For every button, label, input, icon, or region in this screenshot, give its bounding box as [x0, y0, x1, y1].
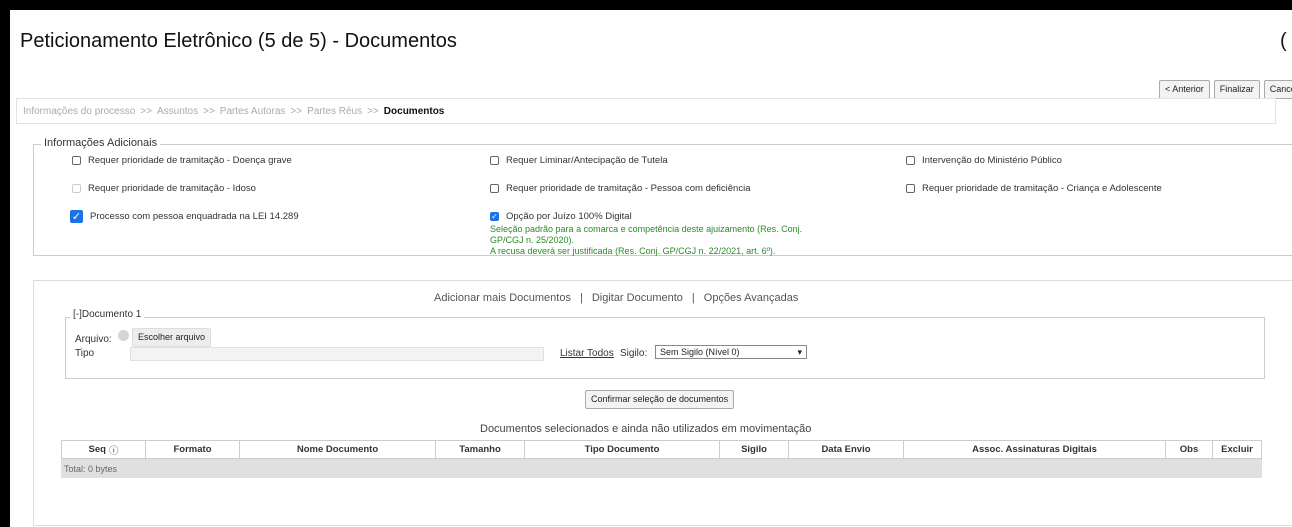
option-lei-14289[interactable]: ✓ Processo com pessoa enquadrada na LEI … [70, 210, 299, 223]
link-separator: | [691, 292, 695, 304]
column-nome-documento: Nome Documento [240, 441, 436, 458]
juizo-digital-note: GP/CGJ n. 25/2020). [490, 235, 575, 245]
clock-icon[interactable]: ( [1280, 30, 1287, 53]
document-links: Adicionar mais Documentos | Digitar Docume… [434, 292, 798, 304]
cancel-button[interactable]: Cancelar [1263, 80, 1292, 99]
document-1-legend[interactable]: [-]Documento 1 [70, 309, 145, 320]
breadcrumb-item[interactable]: Partes Autoras [220, 106, 286, 117]
checkbox[interactable] [906, 156, 915, 165]
tipo-input[interactable] [130, 347, 544, 361]
option-liminar[interactable]: Requer Liminar/Antecipação de Tutela [490, 155, 668, 166]
column-obs: Obs [1166, 441, 1213, 458]
checkbox[interactable] [72, 156, 81, 165]
column-tamanho: Tamanho [436, 441, 525, 458]
checkbox-checked[interactable]: ✓ [70, 210, 83, 223]
breadcrumb-separator: >> [203, 105, 215, 117]
tipo-label: Tipo [75, 348, 95, 359]
checkbox-disabled [72, 184, 81, 193]
help-icon[interactable] [118, 330, 129, 341]
link-separator: | [579, 292, 583, 304]
breadcrumb-separator: >> [290, 105, 303, 117]
option-deficiencia[interactable]: Requer prioridade de tramitação - Pessoa… [490, 183, 751, 194]
option-ministerio-publico[interactable]: Intervenção do Ministério Público [906, 155, 1062, 166]
sigilo-selected-value: Sem Sigilo (Nível 0) [660, 347, 740, 357]
juizo-digital-note: A recusa deverá ser justificada (Res. Co… [490, 246, 776, 256]
navigation-buttons: < Anterior Finalizar Cancelar [1159, 80, 1292, 99]
breadcrumb-item[interactable]: Assuntos [157, 106, 198, 117]
column-data-envio: Data Envio [789, 441, 904, 458]
type-document-link[interactable]: Digitar Documento [592, 292, 683, 304]
chevron-down-icon: ▾ [797, 346, 802, 357]
help-circle-icon[interactable]: ⓘ [109, 443, 119, 457]
page: Peticionamento Eletrônico (5 de 5) - Doc… [10, 10, 1292, 527]
option-juizo-digital[interactable]: ✓ Opção por Juízo 100% Digital [490, 211, 632, 222]
checkbox[interactable] [906, 184, 915, 193]
list-all-link[interactable]: Listar Todos [560, 348, 614, 359]
option-crianca-adolescente[interactable]: Requer prioridade de tramitação - Crianç… [906, 183, 1162, 194]
juizo-digital-note: Seleção padrão para a comarca e competên… [490, 224, 803, 234]
sigilo-select[interactable]: Sem Sigilo (Nível 0) ▾ [655, 345, 807, 359]
previous-button[interactable]: < Anterior [1159, 80, 1210, 99]
breadcrumb-current: Documentos [383, 105, 445, 117]
advanced-options-link[interactable]: Opções Avançadas [704, 292, 799, 304]
column-seq: Seq ⓘ [62, 441, 146, 458]
table-total: Total: 0 bytes [61, 459, 1262, 478]
column-sigilo: Sigilo [720, 441, 789, 458]
sigilo-label: Sigilo: [620, 348, 648, 359]
checkbox-checked[interactable]: ✓ [490, 212, 499, 221]
checkbox[interactable] [490, 184, 499, 193]
breadcrumb-separator: >> [367, 105, 379, 117]
column-excluir: Excluir [1221, 444, 1253, 455]
documents-table-header: Seq ⓘ Formato Nome Documento Tamanho Tipo… [61, 440, 1262, 459]
option-doenca-grave[interactable]: Requer prioridade de tramitação - Doença… [72, 155, 292, 166]
additional-info-legend: Informações Adicionais [41, 137, 161, 149]
breadcrumb-separator: >> [140, 105, 152, 117]
breadcrumb-item[interactable]: Partes Réus [307, 106, 362, 117]
confirm-selection-button[interactable]: Confirmar seleção de documentos [585, 390, 735, 409]
add-more-documents-link[interactable]: Adicionar mais Documentos [434, 292, 571, 304]
column-tipo-documento: Tipo Documento [525, 441, 720, 458]
finish-button[interactable]: Finalizar [1213, 80, 1260, 99]
breadcrumb: Informações do processo >> Assuntos >> P… [16, 98, 1276, 124]
breadcrumb-item[interactable]: Informações do processo [23, 106, 135, 117]
column-formato: Formato [146, 441, 240, 458]
page-title: Peticionamento Eletrônico (5 de 5) - Doc… [20, 30, 457, 52]
checkbox[interactable] [490, 156, 499, 165]
option-idoso: Requer prioridade de tramitação - Idoso [72, 183, 256, 194]
choose-file-button[interactable]: Escolher arquivo [132, 328, 212, 347]
arquivo-label: Arquivo: [75, 334, 112, 345]
column-assinaturas: Assoc. Assinaturas Digitais [904, 441, 1166, 458]
table-title: Documentos selecionados e ainda não util… [480, 423, 812, 435]
